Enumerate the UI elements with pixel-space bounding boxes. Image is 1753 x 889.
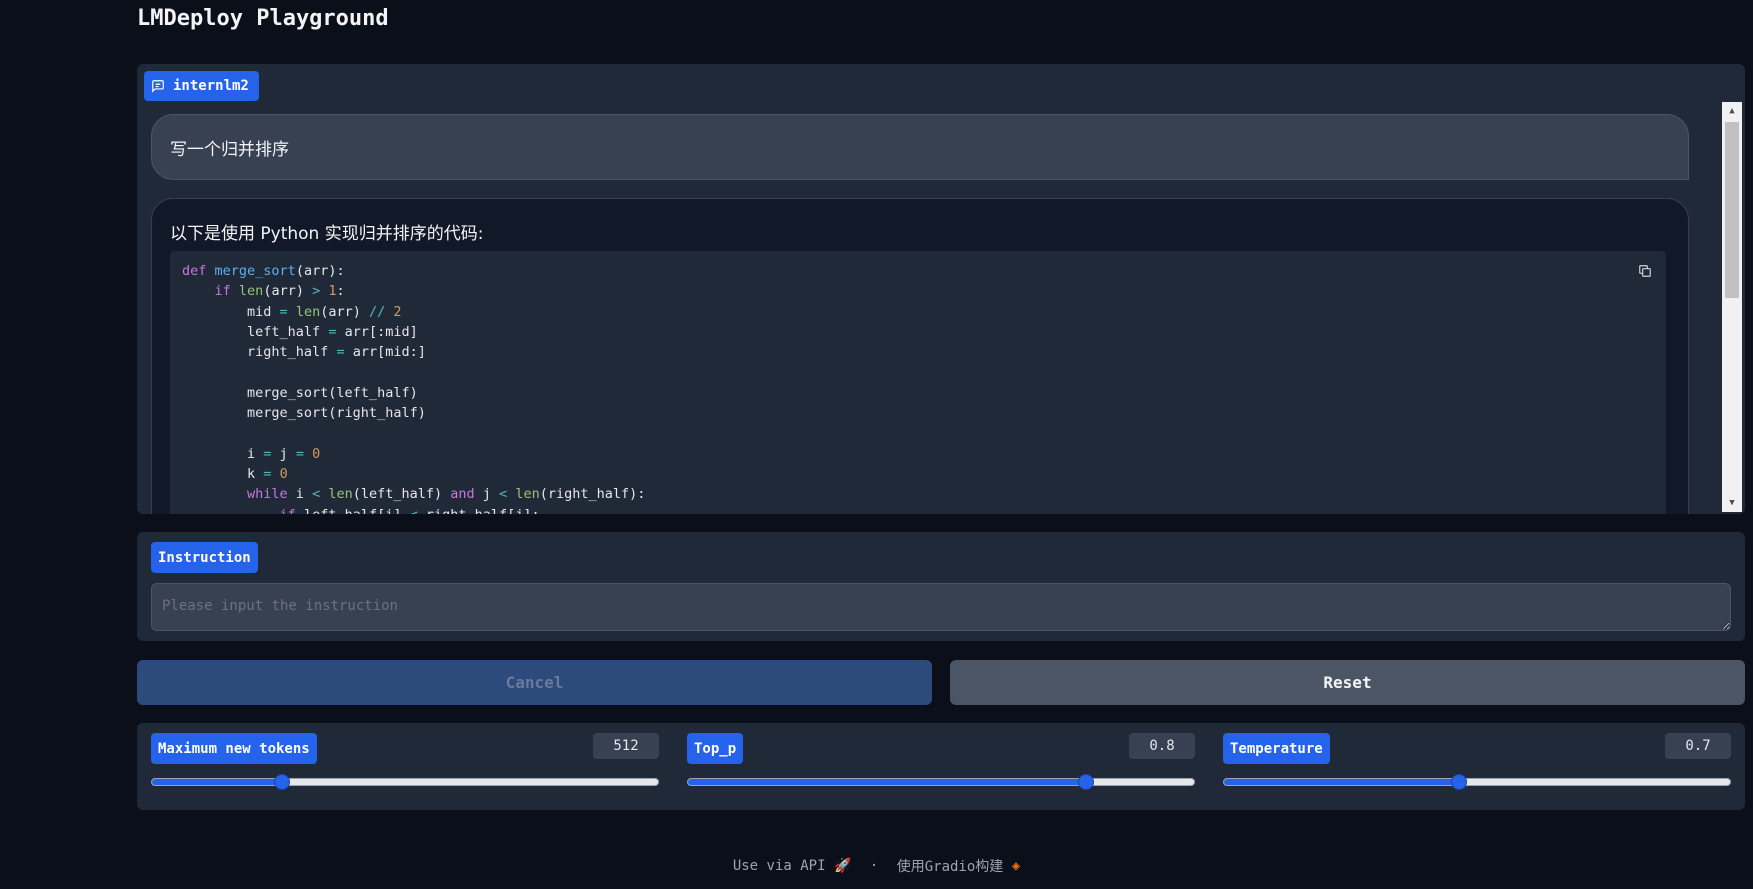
param-value-input[interactable]: 0.8 <box>1129 733 1195 759</box>
user-message-text: 写一个归并排序 <box>170 139 289 160</box>
slider-fill <box>152 779 282 785</box>
model-name: internlm2 <box>173 78 249 94</box>
param-max-new-tokens: Maximum new tokens 512 <box>151 733 659 803</box>
code-line: if len(arr) > 1: <box>214 283 345 300</box>
code-line: mid = len(arr) // 2 <box>182 303 402 320</box>
footer-separator: · <box>869 858 879 874</box>
code-line: i = j = 0 <box>182 445 321 462</box>
use-via-api-link[interactable]: Use via API 🚀 <box>733 858 852 874</box>
footer: Use via API 🚀 · 使用Gradio构建 ◈ <box>0 856 1753 876</box>
cancel-button[interactable]: Cancel <box>137 660 932 705</box>
scroll-up-arrow-icon[interactable]: ▲ <box>1722 102 1742 120</box>
chatbot-label: internlm2 <box>144 71 259 101</box>
param-label: Temperature <box>1223 733 1330 764</box>
code-line: left_half = arr[:mid] <box>182 323 418 340</box>
reset-button[interactable]: Reset <box>950 660 1745 705</box>
code-line: k = 0 <box>182 465 288 482</box>
code-line: merge_sort(left_half) <box>182 384 418 401</box>
param-temperature: Temperature 0.7 <box>1223 733 1731 803</box>
chat-icon <box>152 80 164 93</box>
slider-thumb[interactable] <box>273 774 290 790</box>
scroll-thumb[interactable] <box>1725 122 1739 298</box>
generation-params-panel: Maximum new tokens 512 Top_p 0.8 Tempera… <box>137 723 1745 810</box>
param-label: Top_p <box>687 733 744 764</box>
user-message: 写一个归并排序 <box>151 114 1689 180</box>
slider-thumb[interactable] <box>1451 774 1468 790</box>
code-line: while i < len(left_half) and j < len(rig… <box>247 486 646 503</box>
bot-message-intro: 以下是使用 Python 实现归并排序的代码: <box>170 224 484 244</box>
code-line: if left_half[i] < right_half[j]: <box>182 505 1654 514</box>
slider-track[interactable] <box>687 774 1195 790</box>
scroll-down-arrow-icon[interactable]: ▼ <box>1722 494 1742 512</box>
param-value-input[interactable]: 0.7 <box>1665 733 1731 759</box>
slider-fill <box>688 779 1087 785</box>
bot-message: 以下是使用 Python 实现归并排序的代码: def merge_sort(a… <box>151 198 1689 514</box>
rocket-icon: 🚀 <box>833 858 852 874</box>
instruction-label: Instruction <box>151 542 258 573</box>
app-title: LMDeploy Playground <box>137 6 389 31</box>
slider-thumb[interactable] <box>1078 774 1095 790</box>
instruction-panel: Instruction <box>137 532 1745 641</box>
param-top-p: Top_p 0.8 <box>687 733 1195 803</box>
param-value-input[interactable]: 512 <box>593 733 659 759</box>
gradio-logo-icon: ◈ <box>1011 858 1021 874</box>
chatbot-panel[interactable]: internlm2 写一个归并排序 以下是使用 Python 实现归并排序的代码… <box>137 64 1745 514</box>
code-line: right_half = arr[mid:] <box>182 344 426 361</box>
slider-fill <box>1224 779 1460 785</box>
copy-icon[interactable] <box>1638 263 1654 279</box>
param-label: Maximum new tokens <box>151 733 317 764</box>
built-with-gradio-link[interactable]: 使用Gradio构建 ◈ <box>897 858 1021 875</box>
code-line: merge_sort(right_half) <box>182 405 426 422</box>
slider-track[interactable] <box>1223 774 1731 790</box>
code-line: def merge_sort(arr): <box>182 263 345 279</box>
chat-scrollbar[interactable]: ▲ ▼ <box>1722 102 1742 512</box>
slider-track[interactable] <box>151 774 659 790</box>
instruction-input[interactable] <box>151 583 1731 631</box>
code-block: def merge_sort(arr): if len(arr) > 1: mi… <box>170 251 1666 514</box>
code-content: def merge_sort(arr): if len(arr) > 1: mi… <box>182 261 1654 514</box>
